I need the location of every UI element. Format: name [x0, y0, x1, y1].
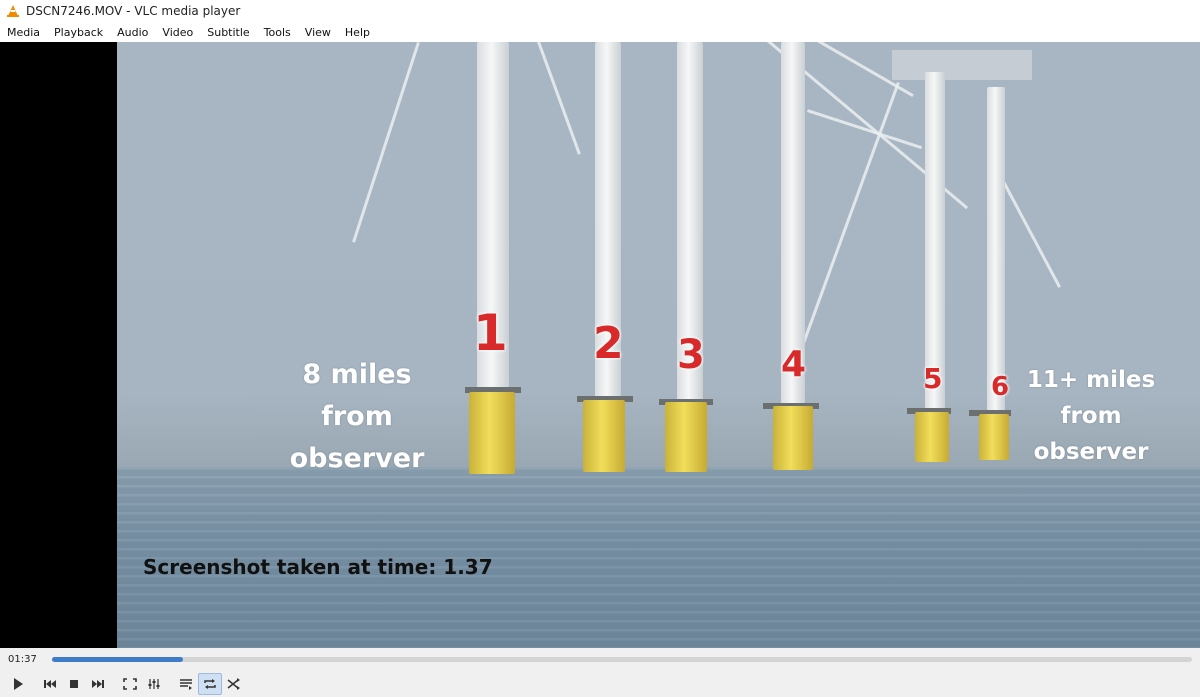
- stop-icon[interactable]: [62, 673, 86, 695]
- menu-media[interactable]: Media: [0, 26, 47, 39]
- title-bar: DSCN7246.MOV - VLC media player: [0, 0, 1200, 22]
- turbine-foundation: [583, 400, 625, 472]
- turbine-foundation: [915, 412, 949, 462]
- turbine-blade: [352, 42, 420, 243]
- caption-line: 8 miles: [302, 359, 412, 390]
- caption-line: from: [321, 401, 393, 432]
- window-title: DSCN7246.MOV - VLC media player: [26, 4, 241, 18]
- caption-line: 11+ miles: [1026, 367, 1156, 393]
- menu-playback[interactable]: Playback: [47, 26, 110, 39]
- random-icon[interactable]: [222, 673, 246, 695]
- caption-line: observer: [289, 443, 425, 474]
- left-distance-caption: 8 miles from observer: [277, 354, 437, 480]
- turbine-foundation: [773, 406, 813, 470]
- loop-icon[interactable]: [198, 672, 222, 695]
- menu-tools[interactable]: Tools: [257, 26, 298, 39]
- turbine-number-6: 6: [991, 372, 1010, 402]
- seek-bar[interactable]: [52, 656, 1192, 662]
- fullscreen-icon[interactable]: [118, 673, 142, 695]
- caption-line: from: [1060, 403, 1122, 429]
- extended-settings-icon[interactable]: [142, 673, 166, 695]
- turbine-blade: [537, 42, 581, 155]
- turbine-number-1: 1: [473, 304, 508, 362]
- turbine-tower-6: [987, 87, 1005, 417]
- turbine-blade: [1002, 180, 1061, 288]
- menu-bar: Media Playback Audio Video Subtitle Tool…: [0, 22, 1200, 42]
- next-icon[interactable]: [86, 673, 110, 695]
- turbine-blade: [807, 109, 923, 150]
- menu-subtitle[interactable]: Subtitle: [200, 26, 256, 39]
- menu-help[interactable]: Help: [338, 26, 377, 39]
- seek-row: 01:37: [0, 648, 1200, 670]
- menu-view[interactable]: View: [298, 26, 338, 39]
- menu-video[interactable]: Video: [155, 26, 200, 39]
- turbine-foundation: [979, 414, 1009, 460]
- vlc-cone-icon: [6, 4, 20, 18]
- turbine-number-4: 4: [781, 344, 807, 385]
- turbine-number-5: 5: [923, 362, 943, 395]
- caption-line: observer: [1033, 439, 1149, 465]
- seek-progress: [52, 656, 184, 662]
- right-distance-caption: 11+ miles from observer: [1017, 362, 1165, 470]
- play-icon[interactable]: [6, 673, 30, 695]
- turbine-foundation: [469, 392, 515, 474]
- previous-icon[interactable]: [38, 673, 62, 695]
- control-bar: [0, 670, 1200, 697]
- turbine-nacelle: [892, 50, 1032, 80]
- menu-audio[interactable]: Audio: [110, 26, 155, 39]
- turbine-number-2: 2: [593, 318, 624, 369]
- playlist-icon[interactable]: [174, 673, 198, 695]
- screenshot-time-label: Screenshot taken at time: 1.37: [143, 555, 493, 579]
- turbine-number-3: 3: [677, 332, 705, 378]
- elapsed-time: 01:37: [8, 653, 37, 665]
- turbine-foundation: [665, 402, 707, 472]
- video-area[interactable]: 1 2 3 4 5 6 8 miles from observer 11+ mi…: [0, 42, 1200, 648]
